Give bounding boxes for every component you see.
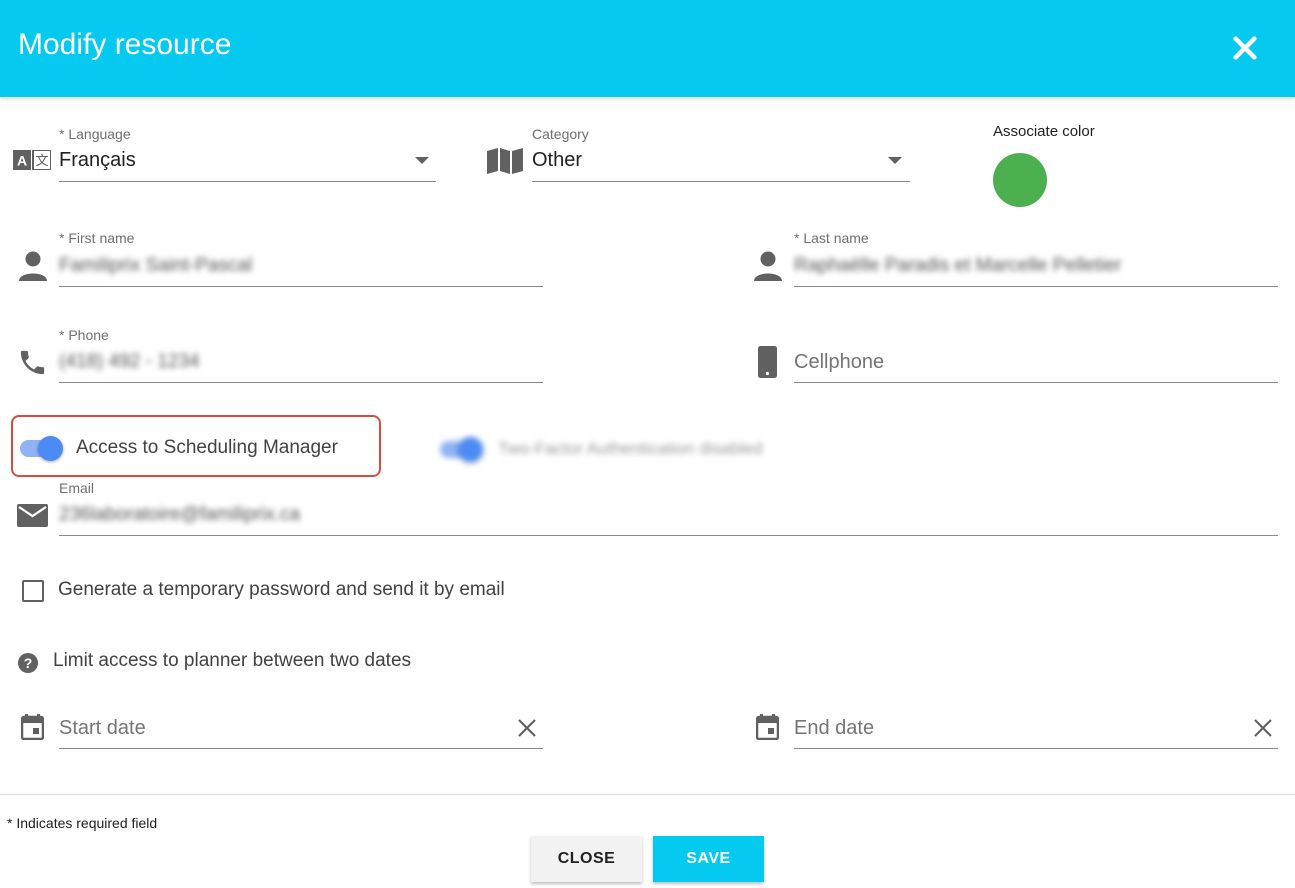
calendar-icon [21, 714, 44, 740]
email-icon [17, 504, 48, 527]
save-button[interactable]: SAVE [653, 836, 764, 882]
svg-text:?: ? [24, 655, 33, 671]
svg-text:文: 文 [35, 154, 48, 169]
category-label: Category [532, 126, 589, 142]
email-underline [59, 535, 1278, 536]
chevron-down-icon[interactable] [887, 156, 903, 165]
help-icon[interactable]: ? [18, 653, 38, 673]
associate-color-label: Associate color [993, 123, 1095, 140]
last-name-underline [794, 286, 1278, 287]
map-icon [487, 148, 523, 174]
end-date-underline [794, 748, 1278, 749]
close-button[interactable]: CLOSE [531, 836, 642, 882]
phone-icon [20, 350, 45, 375]
chevron-down-icon[interactable] [414, 156, 430, 165]
first-name-underline [59, 286, 543, 287]
temp-password-checkbox[interactable] [22, 580, 44, 602]
email-label: Email [59, 480, 95, 496]
two-factor-label: Two-Factor Authentication disabled [498, 439, 763, 458]
temp-password-label: Generate a temporary password and send i… [58, 579, 505, 600]
translate-icon: A 文 [13, 150, 51, 170]
svg-text:A: A [17, 153, 27, 169]
last-name-input[interactable]: Raphaëlle Paradis et Marcelle Pelletier [794, 255, 1121, 277]
color-swatch[interactable] [993, 153, 1047, 207]
email-input[interactable]: 236laboratoire@familiprix.ca [59, 504, 300, 526]
limit-access-label: Limit access to planner between two date… [53, 650, 412, 671]
start-date-input[interactable]: Start date [59, 717, 146, 740]
language-label: * Language [59, 126, 131, 142]
clear-end-date-icon[interactable] [1253, 718, 1273, 738]
dialog-title: Modify resource [18, 28, 232, 61]
two-factor-toggle-knob[interactable] [458, 437, 483, 462]
phone-label: * Phone [59, 327, 109, 343]
category-underline [532, 181, 910, 182]
first-name-input[interactable]: Familiprix Saint-Pascal [59, 255, 252, 277]
last-name-label: * Last name [794, 230, 869, 246]
access-toggle-label: Access to Scheduling Manager [76, 437, 338, 458]
calendar-icon [756, 714, 779, 740]
language-select-value[interactable]: Français [59, 149, 136, 172]
close-icon[interactable] [1229, 32, 1261, 64]
smartphone-icon [758, 346, 777, 378]
start-date-underline [59, 748, 543, 749]
access-toggle-knob[interactable] [38, 436, 63, 461]
person-icon [19, 251, 47, 281]
footer-divider [0, 794, 1295, 795]
category-select-value[interactable]: Other [532, 149, 582, 172]
phone-underline [59, 382, 543, 383]
clear-start-date-icon[interactable] [517, 718, 537, 738]
cellphone-input[interactable]: Cellphone [794, 351, 884, 374]
person-icon [754, 251, 782, 281]
end-date-input[interactable]: End date [794, 717, 874, 740]
required-note: * Indicates required field [7, 815, 158, 831]
first-name-label: * First name [59, 230, 135, 246]
phone-input[interactable]: (418) 492 - 1234 [59, 351, 200, 373]
dialog-header: Modify resource [0, 0, 1295, 97]
cellphone-underline [794, 382, 1278, 383]
language-underline [59, 181, 436, 182]
